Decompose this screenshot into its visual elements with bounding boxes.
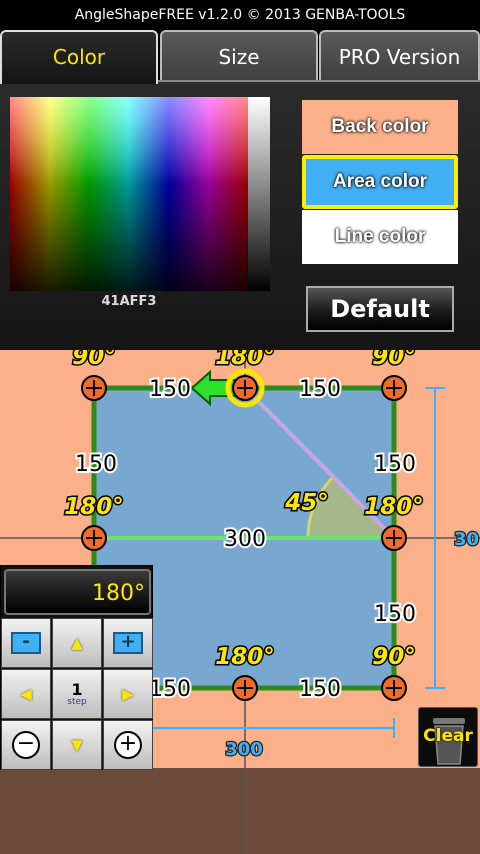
step-button[interactable]: 1 step bbox=[52, 669, 102, 719]
app-title-bar: AngleShapeFREE v1.2.0 © 2013 GENBA-TOOLS bbox=[0, 0, 480, 30]
area-color-button[interactable]: Area color bbox=[302, 155, 458, 209]
arrow-down-icon: ▼ bbox=[71, 736, 83, 754]
angle-label-top-mid: 180° bbox=[215, 350, 275, 370]
vertex-top-mid[interactable] bbox=[232, 375, 258, 401]
minus-small-icon: - bbox=[11, 632, 41, 654]
side-label-bottom-right: 150 bbox=[299, 677, 341, 702]
angle-label-mid-left: 180° bbox=[64, 494, 124, 520]
move-up-button[interactable]: ▲ bbox=[52, 618, 102, 668]
side-label-top-left: 150 bbox=[149, 377, 191, 402]
tab-color[interactable]: Color bbox=[0, 30, 158, 84]
angle-label-bottom-mid: 180° bbox=[215, 644, 275, 670]
angle-keypad: 180° - ▲ + ◀ 1 step ▶ − ▼ + bbox=[0, 565, 153, 770]
plus-circle-icon: + bbox=[114, 731, 142, 759]
angle-label-top-left: 90° bbox=[72, 350, 116, 370]
vertex-mid-right[interactable] bbox=[381, 525, 407, 551]
minus-circle-icon: − bbox=[12, 731, 40, 759]
clear-label: Clear bbox=[423, 726, 473, 746]
side-label-bottom-left: 150 bbox=[149, 677, 191, 702]
default-button[interactable]: Default bbox=[306, 286, 454, 332]
move-down-button[interactable]: ▼ bbox=[52, 720, 102, 770]
move-right-button[interactable]: ▶ bbox=[103, 669, 153, 719]
tab-size[interactable]: Size bbox=[160, 30, 318, 82]
vertex-top-left[interactable] bbox=[81, 375, 107, 401]
side-label-middle: 300 bbox=[224, 527, 266, 552]
arrow-up-icon: ▲ bbox=[71, 634, 83, 652]
angle-display: 180° bbox=[4, 569, 151, 615]
side-label-right-upper: 150 bbox=[374, 452, 416, 477]
line-color-button[interactable]: Line color bbox=[302, 210, 458, 264]
increase-small-button[interactable]: + bbox=[103, 618, 153, 668]
color-panel: 41AFF3 Back color Area color Line color … bbox=[0, 80, 480, 350]
side-label-top-right: 150 bbox=[299, 377, 341, 402]
angle-label-bottom-right: 90° bbox=[372, 644, 416, 670]
side-label-right-lower: 150 bbox=[374, 602, 416, 627]
color-spectrum-picker[interactable] bbox=[10, 97, 248, 291]
width-dimension-label: 300 bbox=[225, 739, 263, 760]
vertex-top-right[interactable] bbox=[381, 375, 407, 401]
clear-button[interactable]: Clear bbox=[418, 707, 478, 767]
measured-angle-label: 45° bbox=[284, 490, 329, 516]
vertex-mid-left[interactable] bbox=[81, 525, 107, 551]
side-label-left-upper: 150 bbox=[75, 452, 117, 477]
plus-small-icon: + bbox=[113, 632, 143, 654]
back-color-button[interactable]: Back color bbox=[302, 100, 458, 154]
move-left-button[interactable]: ◀ bbox=[1, 669, 51, 719]
decrease-button[interactable]: − bbox=[1, 720, 51, 770]
step-label: step bbox=[67, 696, 87, 707]
angle-label-mid-right: 180° bbox=[364, 494, 424, 520]
height-dimension-label: 30 bbox=[454, 529, 479, 550]
brightness-strip[interactable] bbox=[248, 97, 270, 291]
step-value: 1 bbox=[71, 679, 83, 699]
app-title: AngleShapeFREE v1.2.0 © 2013 GENBA-TOOLS bbox=[74, 7, 406, 23]
hex-color-value: 41AFF3 bbox=[101, 294, 157, 309]
arrow-right-icon: ▶ bbox=[122, 685, 134, 703]
tab-pro-version[interactable]: PRO Version bbox=[319, 30, 480, 82]
increase-button[interactable]: + bbox=[103, 720, 153, 770]
vertex-bottom-right[interactable] bbox=[381, 675, 407, 701]
arrow-left-icon: ◀ bbox=[20, 685, 32, 703]
vertex-bottom-mid[interactable] bbox=[232, 675, 258, 701]
decrease-small-button[interactable]: - bbox=[1, 618, 51, 668]
tab-bar: Color Size PRO Version bbox=[0, 30, 480, 84]
angle-label-top-right: 90° bbox=[372, 350, 416, 370]
